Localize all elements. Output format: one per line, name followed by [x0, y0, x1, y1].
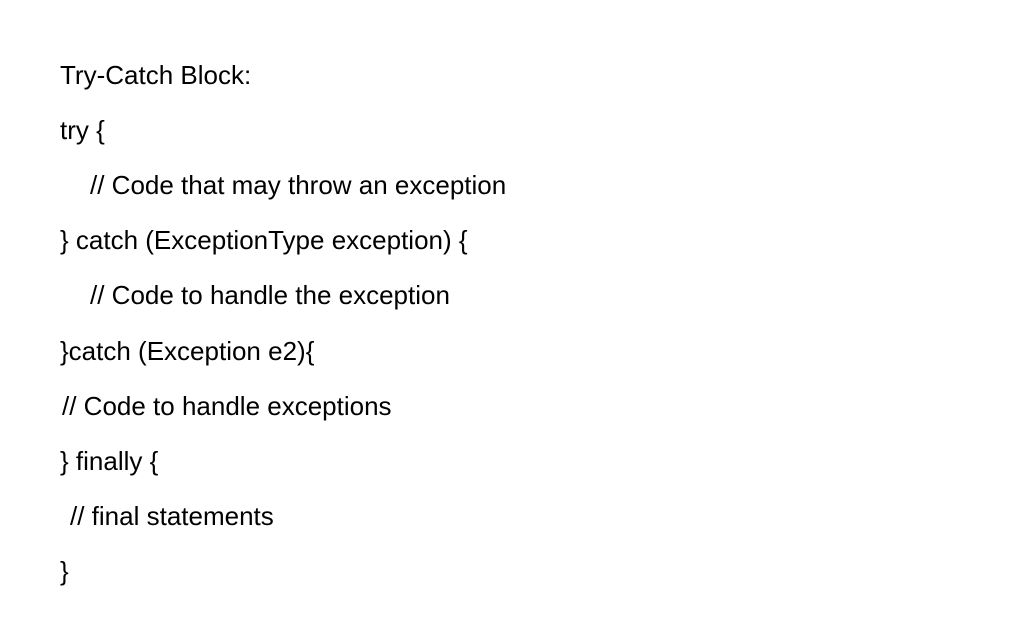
- code-line-catch1-open: } catch (ExceptionType exception) {: [60, 213, 964, 268]
- code-block: Try-Catch Block: try { // Code that may …: [60, 48, 964, 599]
- code-line-try-body: // Code that may throw an exception: [60, 158, 964, 213]
- code-line-catch1-body: // Code to handle the exception: [60, 268, 964, 323]
- code-line-close: }: [60, 544, 964, 599]
- code-line-finally-open: } finally {: [60, 434, 964, 489]
- code-line-finally-body: // final statements: [60, 489, 964, 544]
- code-line-try-open: try {: [60, 103, 964, 158]
- code-line-title: Try-Catch Block:: [60, 48, 964, 103]
- code-line-catch2-open: }catch (Exception e2){: [60, 324, 964, 379]
- code-line-catch2-body: // Code to handle exceptions: [60, 379, 964, 434]
